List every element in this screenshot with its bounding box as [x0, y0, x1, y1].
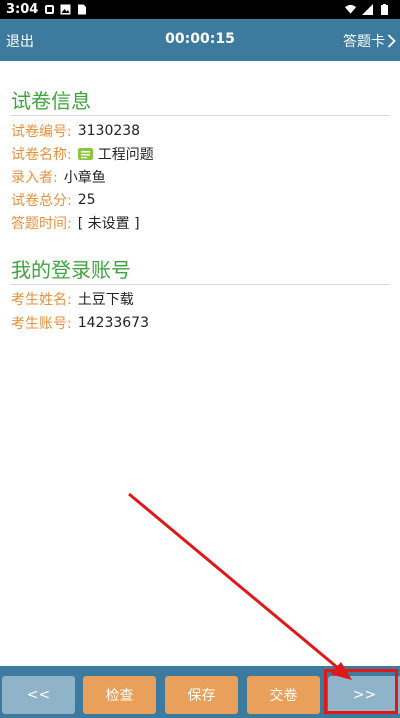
paper-icon	[77, 148, 93, 160]
student-name-value: 土豆下载	[77, 292, 134, 308]
exam-name-label: 试卷名称:	[11, 147, 72, 163]
author-row: 录入者: 小章鱼	[11, 167, 106, 187]
prev-button[interactable]: <<	[2, 676, 75, 714]
exam-name-value: 工程问题	[97, 147, 154, 163]
highlight-box	[324, 669, 398, 714]
signal-icon	[362, 4, 373, 15]
answer-time-row: 答题时间: [ 未设置 ]	[11, 213, 140, 233]
status-bar: 3:04	[0, 0, 400, 19]
countdown-timer: 00:00:15	[165, 31, 235, 47]
answer-sheet-button[interactable]: 答题卡	[343, 31, 396, 51]
student-account-value: 14233673	[77, 315, 149, 331]
status-time: 3:04	[6, 2, 39, 17]
exam-id-row: 试卷编号: 3130238	[11, 121, 140, 141]
app-header: 退出 00:00:15 答题卡	[0, 19, 400, 61]
exam-name-row: 试卷名称: 工程问题	[11, 144, 154, 164]
total-score-value: 25	[77, 192, 96, 208]
divider	[10, 284, 390, 285]
total-score-label: 试卷总分:	[11, 193, 72, 209]
exam-info-title: 试卷信息	[11, 89, 91, 113]
exam-name-value-wrap: 工程问题	[77, 144, 154, 164]
student-account-label: 考生账号:	[11, 316, 72, 332]
author-value: 小章鱼	[63, 170, 106, 186]
check-button[interactable]: 检查	[83, 676, 156, 714]
notification-icon	[45, 5, 55, 14]
image-icon	[60, 4, 71, 15]
student-account-row: 考生账号: 14233673	[11, 313, 149, 333]
exam-id-label: 试卷编号:	[11, 124, 72, 140]
sd-card-icon	[78, 4, 87, 15]
wifi-icon	[345, 4, 356, 14]
answer-time-value: [ 未设置 ]	[77, 216, 140, 232]
student-name-row: 考生姓名: 土豆下载	[11, 289, 134, 309]
author-label: 录入者:	[11, 170, 58, 186]
battery-icon	[381, 4, 388, 15]
chevron-right-icon	[387, 34, 396, 48]
save-button[interactable]: 保存	[165, 676, 238, 714]
divider	[10, 115, 390, 116]
exam-id-value: 3130238	[77, 123, 141, 139]
total-score-row: 试卷总分: 25	[11, 190, 96, 210]
student-name-label: 考生姓名:	[11, 292, 72, 308]
account-title: 我的登录账号	[11, 258, 131, 282]
submit-button[interactable]: 交卷	[247, 676, 320, 714]
answer-sheet-label: 答题卡	[343, 34, 385, 50]
answer-time-label: 答题时间:	[11, 216, 72, 232]
